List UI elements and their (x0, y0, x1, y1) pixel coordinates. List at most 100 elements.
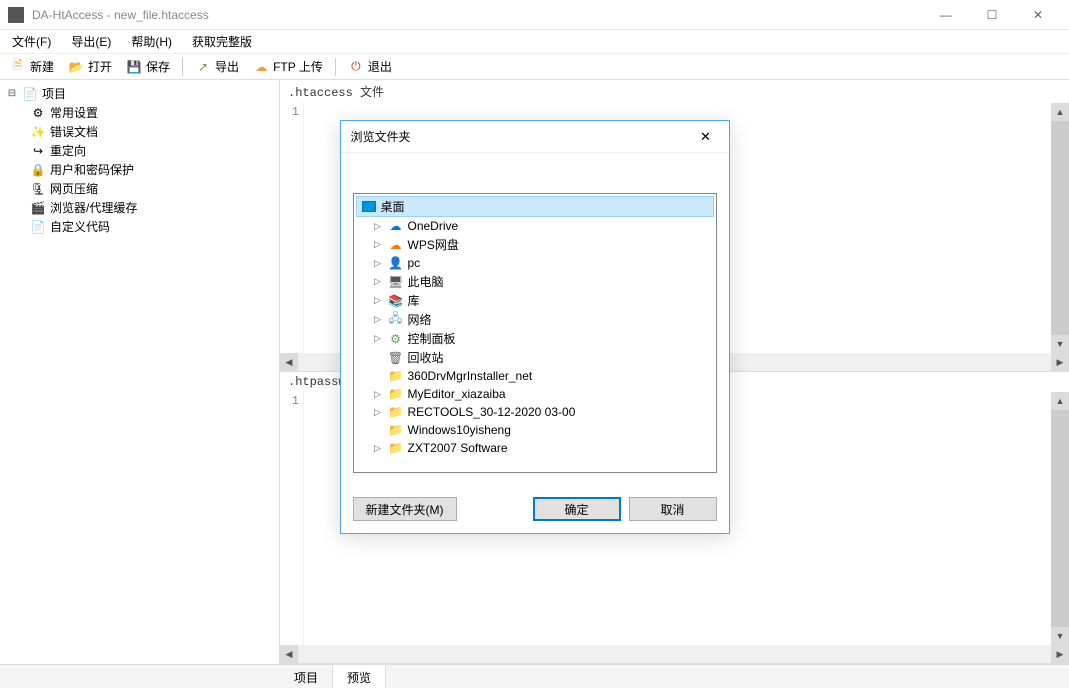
tree-node-userpwd[interactable]: 🔒用户和密码保护 (26, 160, 275, 179)
dialog-title: 浏览文件夹 (351, 128, 693, 145)
project-icon: 📄 (22, 86, 38, 102)
maximize-button[interactable]: ☐ (969, 0, 1015, 30)
tree-root-project[interactable]: ⊟ 📄 项目 (6, 84, 275, 103)
expand-icon[interactable]: ▷ (372, 239, 384, 250)
folder-node[interactable]: ▷🖧网络 (356, 310, 714, 329)
scroll-thumb[interactable] (1051, 121, 1069, 335)
menubar: 文件(F) 导出(E) 帮助(H) 获取完整版 (0, 30, 1069, 54)
scroll-track[interactable] (298, 645, 1051, 663)
tree-node-errordoc[interactable]: ✨错误文档 (26, 122, 275, 141)
folder-label: 回收站 (408, 349, 444, 366)
folder-node-desktop[interactable]: 桌面 (356, 196, 714, 217)
redirect-icon: ↪ (30, 143, 46, 159)
sidebar: ⊟ 📄 项目 ⚙常用设置 ✨错误文档 ↪重定向 🔒用户和密码保护 🗜网页压缩 🎬… (0, 80, 280, 664)
folder-node[interactable]: 📁Windows10yisheng (356, 421, 714, 439)
cache-icon: 🎬 (30, 200, 46, 216)
tree-node-cache[interactable]: 🎬浏览器/代理缓存 (26, 198, 275, 217)
expand-icon[interactable]: ▷ (372, 221, 384, 232)
close-button[interactable]: ✕ (1015, 0, 1061, 30)
expand-icon[interactable]: ▷ (372, 389, 384, 400)
code-icon: 📄 (30, 219, 46, 235)
folder-node[interactable]: ▷☁OneDrive (356, 217, 714, 235)
tb-open[interactable]: 📂 打开 (64, 56, 116, 77)
folder-label: RECTOOLS_30-12-2020 03-00 (408, 405, 576, 419)
ok-button[interactable]: 确定 (533, 497, 621, 521)
scroll-up-icon[interactable]: ▲ (1051, 392, 1069, 410)
vertical-scrollbar[interactable]: ▲ ▼ (1051, 392, 1069, 645)
folder-node[interactable]: ▷📁ZXT2007 Software (356, 439, 714, 457)
expand-icon[interactable]: ▷ (372, 333, 384, 344)
menu-export[interactable]: 导出(E) (61, 30, 121, 53)
tree-root-label: 项目 (42, 85, 66, 102)
window-title: DA-HtAccess - new_file.htaccess (32, 8, 923, 22)
menu-file[interactable]: 文件(F) (2, 30, 61, 53)
folder-node[interactable]: ▷📚库 (356, 291, 714, 310)
scroll-up-icon[interactable]: ▲ (1051, 103, 1069, 121)
browse-folder-dialog: 浏览文件夹 ✕ 桌面 ▷☁OneDrive▷☁WPS网盘▷👤pc▷🖥此电脑▷📚库… (340, 120, 730, 534)
scroll-right-icon[interactable]: ▶ (1051, 645, 1069, 663)
folder-node[interactable]: ▷⚙控制面板 (356, 329, 714, 348)
folder-node[interactable]: ▷👤pc (356, 254, 714, 272)
horizontal-scrollbar[interactable]: ◀ ▶ (280, 645, 1069, 663)
scroll-left-icon[interactable]: ◀ (280, 645, 298, 663)
folder-node[interactable]: ▷ 📁 RECTOOLS_30-12-2020 03-00 (356, 403, 714, 421)
scroll-down-icon[interactable]: ▼ (1051, 335, 1069, 353)
scroll-right-icon[interactable]: ▶ (1051, 353, 1069, 371)
save-icon: 💾 (126, 59, 142, 75)
folder-icon: ☁ (388, 218, 404, 234)
expand-icon[interactable]: ▷ (372, 443, 384, 454)
tree-node-common[interactable]: ⚙常用设置 (26, 103, 275, 122)
folder-icon: 📁 (388, 404, 404, 420)
folder-label: MyEditor_xiazaiba (408, 387, 506, 401)
minimize-button[interactable]: — (923, 0, 969, 30)
folder-tree[interactable]: 桌面 ▷☁OneDrive▷☁WPS网盘▷👤pc▷🖥此电脑▷📚库▷🖧网络▷⚙控制… (353, 193, 717, 473)
expand-icon[interactable]: ▷ (372, 407, 384, 418)
tb-exit-label: 退出 (368, 58, 392, 75)
tree-node-compress[interactable]: 🗜网页压缩 (26, 179, 275, 198)
expand-icon[interactable]: ▷ (372, 295, 384, 306)
folder-icon: 📚 (388, 293, 404, 309)
tab-project[interactable]: 项目 (280, 665, 333, 688)
desktop-icon (361, 199, 377, 215)
errdoc-icon: ✨ (30, 124, 46, 140)
folder-node[interactable]: ▷☁WPS网盘 (356, 235, 714, 254)
folder-node[interactable]: ▷📁MyEditor_xiazaiba (356, 385, 714, 403)
scroll-down-icon[interactable]: ▼ (1051, 627, 1069, 645)
open-file-icon: 📂 (68, 59, 84, 75)
tb-save[interactable]: 💾 保存 (122, 56, 174, 77)
line-gutter: 1 (280, 103, 304, 353)
tab-preview[interactable]: 预览 (333, 665, 386, 688)
folder-label: 桌面 (381, 198, 405, 215)
scroll-left-icon[interactable]: ◀ (280, 353, 298, 371)
tb-export-label: 导出 (215, 58, 239, 75)
tb-exit[interactable]: ⏻ 退出 (344, 56, 396, 77)
expand-icon[interactable]: ▷ (372, 258, 384, 269)
vertical-scrollbar[interactable]: ▲ ▼ (1051, 103, 1069, 353)
tree-node-custom[interactable]: 📄自定义代码 (26, 217, 275, 236)
folder-node[interactable]: 🗑回收站 (356, 348, 714, 367)
tb-new[interactable]: 🗎 新建 (6, 56, 58, 77)
cancel-button[interactable]: 取消 (629, 497, 717, 521)
project-tree: ⊟ 📄 项目 ⚙常用设置 ✨错误文档 ↪重定向 🔒用户和密码保护 🗜网页压缩 🎬… (6, 84, 275, 236)
tb-save-label: 保存 (146, 58, 170, 75)
tb-export[interactable]: ↗ 导出 (191, 56, 243, 77)
tb-open-label: 打开 (88, 58, 112, 75)
bottom-tabs: 项目 预览 (0, 664, 1069, 688)
folder-node[interactable]: 📁360DrvMgrInstaller_net (356, 367, 714, 385)
window-controls: — ☐ ✕ (923, 0, 1061, 30)
ftp-upload-icon: ☁ (253, 59, 269, 75)
collapse-icon[interactable]: ⊟ (6, 88, 18, 99)
menu-getfull[interactable]: 获取完整版 (182, 30, 262, 53)
folder-node[interactable]: ▷🖥此电脑 (356, 272, 714, 291)
folder-icon: 📁 (388, 440, 404, 456)
dialog-close-button[interactable]: ✕ (693, 124, 719, 150)
tree-node-redirect[interactable]: ↪重定向 (26, 141, 275, 160)
folder-label: 控制面板 (408, 330, 456, 347)
expand-icon[interactable]: ▷ (372, 314, 384, 325)
tb-ftp[interactable]: ☁ FTP 上传 (249, 56, 327, 77)
new-folder-button[interactable]: 新建文件夹(M) (353, 497, 457, 521)
scroll-thumb[interactable] (1051, 410, 1069, 627)
menu-help[interactable]: 帮助(H) (121, 30, 182, 53)
expand-icon[interactable]: ▷ (372, 276, 384, 287)
compress-icon: 🗜 (30, 181, 46, 197)
